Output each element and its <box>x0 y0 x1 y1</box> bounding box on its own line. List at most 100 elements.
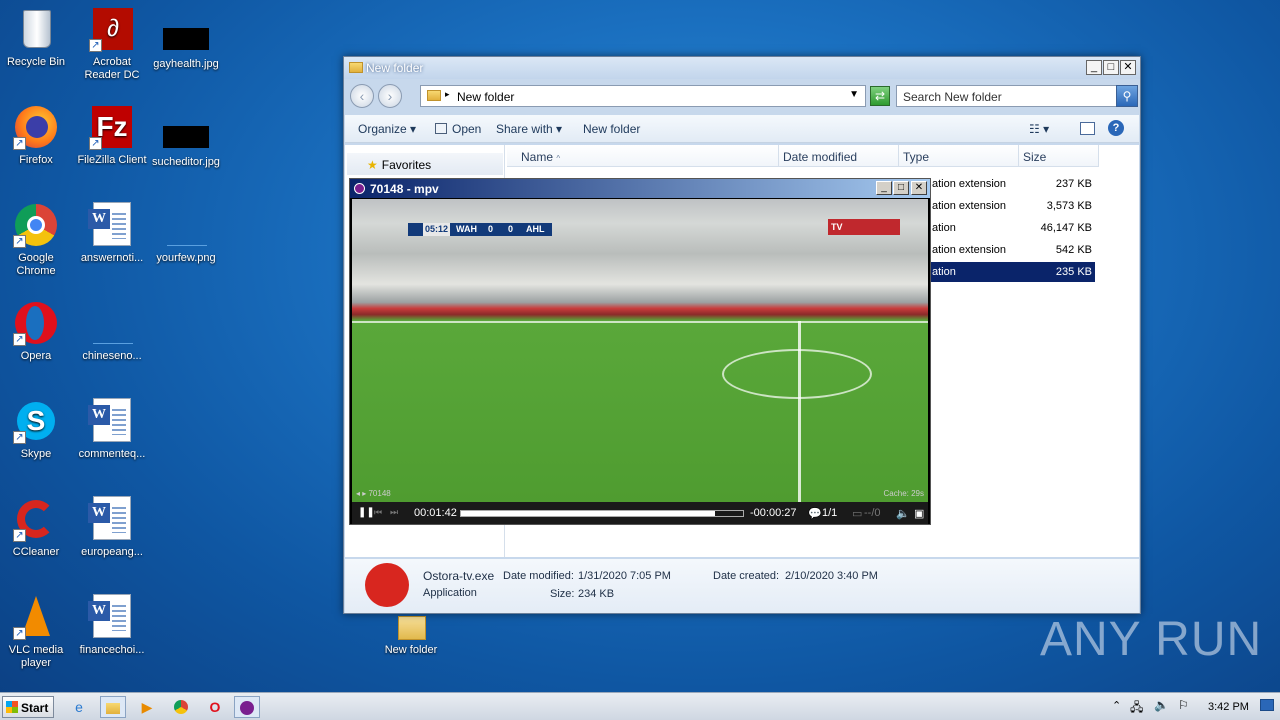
breadcrumb-chevron-icon: ▸ <box>445 89 450 99</box>
help-icon[interactable]: ? <box>1108 120 1124 136</box>
desktop-icon-skype[interactable]: S ↗ Skype <box>0 398 74 461</box>
desktop-icon-commenteq[interactable]: W commenteq... <box>74 398 150 461</box>
open-button[interactable]: Open <box>435 122 481 136</box>
desktop-icon-financechoi[interactable]: W financechoi... <box>74 594 150 657</box>
desktop-icon-new-folder[interactable]: New folder <box>373 612 449 657</box>
search-icon[interactable]: ⚲ <box>1116 85 1138 107</box>
mpv-controls: ❚❚ ⏮ ⏭ 00:01:42 -00:00:27 💬 1/1 ▭ --/0 🔈… <box>352 502 928 524</box>
close-button[interactable]: ✕ <box>1120 60 1136 75</box>
file-row[interactable]: ation extension 542 KB <box>927 240 1095 260</box>
column-header-size[interactable]: Size <box>1019 145 1099 167</box>
network-icon[interactable]: 🖧 <box>1130 698 1143 719</box>
taskbar-explorer-icon[interactable] <box>100 696 126 718</box>
desktop-icon-label: Acrobat Reader DC <box>84 56 140 81</box>
column-header-date-modified[interactable]: Date modified <box>779 145 899 167</box>
taskbar-clock[interactable]: 3:42 PM <box>1208 701 1249 713</box>
desktop-icon-yourfew[interactable]: yourfew.png <box>148 202 224 265</box>
taskbar-mpv-icon[interactable] <box>234 696 260 718</box>
show-hidden-icons[interactable]: ⌃ <box>1112 699 1121 712</box>
skip-back-icon[interactable]: ⏮ <box>374 507 382 518</box>
file-row[interactable]: ation 46,147 KB <box>927 218 1095 238</box>
refresh-button[interactable]: ⇄ <box>870 86 890 106</box>
file-size: 3,573 KB <box>1046 200 1092 212</box>
file-type: ation <box>932 222 956 234</box>
desktop-icon-chineseno[interactable]: chineseno... <box>74 300 150 363</box>
taskbar-chrome-icon[interactable] <box>168 696 194 718</box>
desktop-icon-europeang[interactable]: W europeang... <box>74 496 150 559</box>
mpv-titlebar[interactable]: 70148 - mpv _ □ ✕ <box>350 179 930 198</box>
audio-track-icon[interactable]: ▭ <box>852 507 862 520</box>
taskbar-opera-icon[interactable]: O <box>202 696 228 718</box>
video-frame[interactable]: 05:12 WAH 0 0 AHL TV ◂ ▸ 70148 Cache: 29… <box>352 199 928 503</box>
organize-label: Organize <box>358 122 407 136</box>
file-size: 542 KB <box>1055 244 1092 256</box>
start-button[interactable]: Start <box>2 696 54 718</box>
volume-icon[interactable]: 🔈 <box>1154 698 1169 712</box>
chrome-icon: ↗ <box>13 202 59 248</box>
fullscreen-icon[interactable]: ▣ <box>914 507 924 520</box>
desktop-icon-opera[interactable]: ↗ Opera <box>0 300 74 363</box>
shortcut-arrow-icon: ↗ <box>13 431 26 444</box>
details-kind: Application <box>423 587 477 599</box>
file-row-selected[interactable]: ation 235 KB <box>927 262 1095 282</box>
minimize-button[interactable]: _ <box>1086 60 1102 75</box>
search-input[interactable]: Search New folder ⚲ <box>896 85 1138 107</box>
column-header-name[interactable]: Name ^ <box>507 145 779 167</box>
pause-icon[interactable]: ❚❚ <box>358 507 375 518</box>
file-icon <box>89 300 135 346</box>
view-options-icon[interactable]: ☷ ▾ <box>1029 122 1049 136</box>
file-type: ation extension <box>932 178 1006 190</box>
column-header-type[interactable]: Type <box>899 145 1019 167</box>
shortcut-arrow-icon: ↗ <box>13 333 26 346</box>
taskbar: Start e ▶ O ⌃ 🖧 🔈 ⚐ 3:42 PM <box>0 692 1280 720</box>
score-home-team: WAH <box>456 224 477 234</box>
skip-forward-icon[interactable]: ⏭ <box>390 507 398 518</box>
explorer-titlebar[interactable]: New folder _ □ ✕ <box>344 57 1140 79</box>
taskbar-media-player-icon[interactable]: ▶ <box>134 696 160 718</box>
address-bar[interactable]: ▸ New folder ▼ <box>420 85 866 107</box>
desktop-icon-gayhealth[interactable]: gayhealth.jpg <box>148 6 224 71</box>
desktop-icon-answernoti[interactable]: W answernoti... <box>74 202 150 265</box>
shortcut-arrow-icon: ↗ <box>13 529 26 542</box>
audio-track[interactable]: --/0 <box>864 507 881 519</box>
desktop-icon-label: FileZilla Client <box>77 154 147 166</box>
share-with-button[interactable]: Share with ▾ <box>496 122 562 136</box>
minimize-button[interactable]: _ <box>876 181 892 195</box>
seek-bar[interactable] <box>460 510 744 517</box>
file-row[interactable]: ation extension 3,573 KB <box>927 196 1095 216</box>
osd-filename: ◂ ▸ 70148 <box>356 489 391 498</box>
desktop-icon-filezilla[interactable]: Fz ↗ FileZilla Client <box>74 104 150 167</box>
volume-icon[interactable]: 🔈 <box>896 507 910 520</box>
desktop-icon-recycle-bin[interactable]: Recycle Bin <box>0 6 74 69</box>
desktop-icon-acrobat[interactable]: ∂ ↗ Acrobat Reader DC <box>74 6 150 82</box>
organize-button[interactable]: Organize ▾ <box>358 122 416 136</box>
desktop-icon-label: gayhealth.jpg <box>153 58 219 70</box>
desktop-icon-firefox[interactable]: ↗ Firefox <box>0 104 74 167</box>
flag-icon[interactable]: ⚐ <box>1178 698 1189 712</box>
close-button[interactable]: ✕ <box>911 181 927 195</box>
preview-pane-icon[interactable] <box>1080 122 1095 135</box>
maximize-button[interactable]: □ <box>893 181 909 195</box>
taskbar-ie-icon[interactable]: e <box>66 696 92 718</box>
desktop-icon-vlc[interactable]: ↗ VLC media player <box>0 594 74 670</box>
shortcut-arrow-icon: ↗ <box>13 627 26 640</box>
nav-favorites[interactable]: ★ Favorites <box>347 153 503 175</box>
file-row[interactable]: ation extension 237 KB <box>927 174 1095 194</box>
back-button[interactable]: ‹ <box>350 84 374 108</box>
image-thumbnail <box>163 202 209 248</box>
address-dropdown-icon[interactable]: ▼ <box>849 89 859 100</box>
mpv-icon <box>354 183 365 194</box>
show-desktop-button[interactable] <box>1260 699 1274 711</box>
subtitle-track[interactable]: 1/1 <box>822 507 837 519</box>
score-clock: 05:12 <box>423 223 451 236</box>
desktop-icon-chrome[interactable]: ↗ Google Chrome <box>0 202 74 278</box>
mpv-window[interactable]: 70148 - mpv _ □ ✕ 05:12 WAH 0 0 AHL TV ◂… <box>349 178 931 525</box>
maximize-button[interactable]: □ <box>1103 60 1119 75</box>
forward-button[interactable]: › <box>378 84 402 108</box>
desktop-icon-ccleaner[interactable]: ↗ CCleaner <box>0 496 74 559</box>
file-type: ation extension <box>932 200 1006 212</box>
details-filename: Ostora-tv.exe <box>423 569 495 583</box>
subtitle-icon[interactable]: 💬 <box>808 507 822 520</box>
new-folder-button[interactable]: New folder <box>583 122 640 136</box>
desktop-icon-sucheditor[interactable]: sucheditor.jpg <box>148 104 224 169</box>
